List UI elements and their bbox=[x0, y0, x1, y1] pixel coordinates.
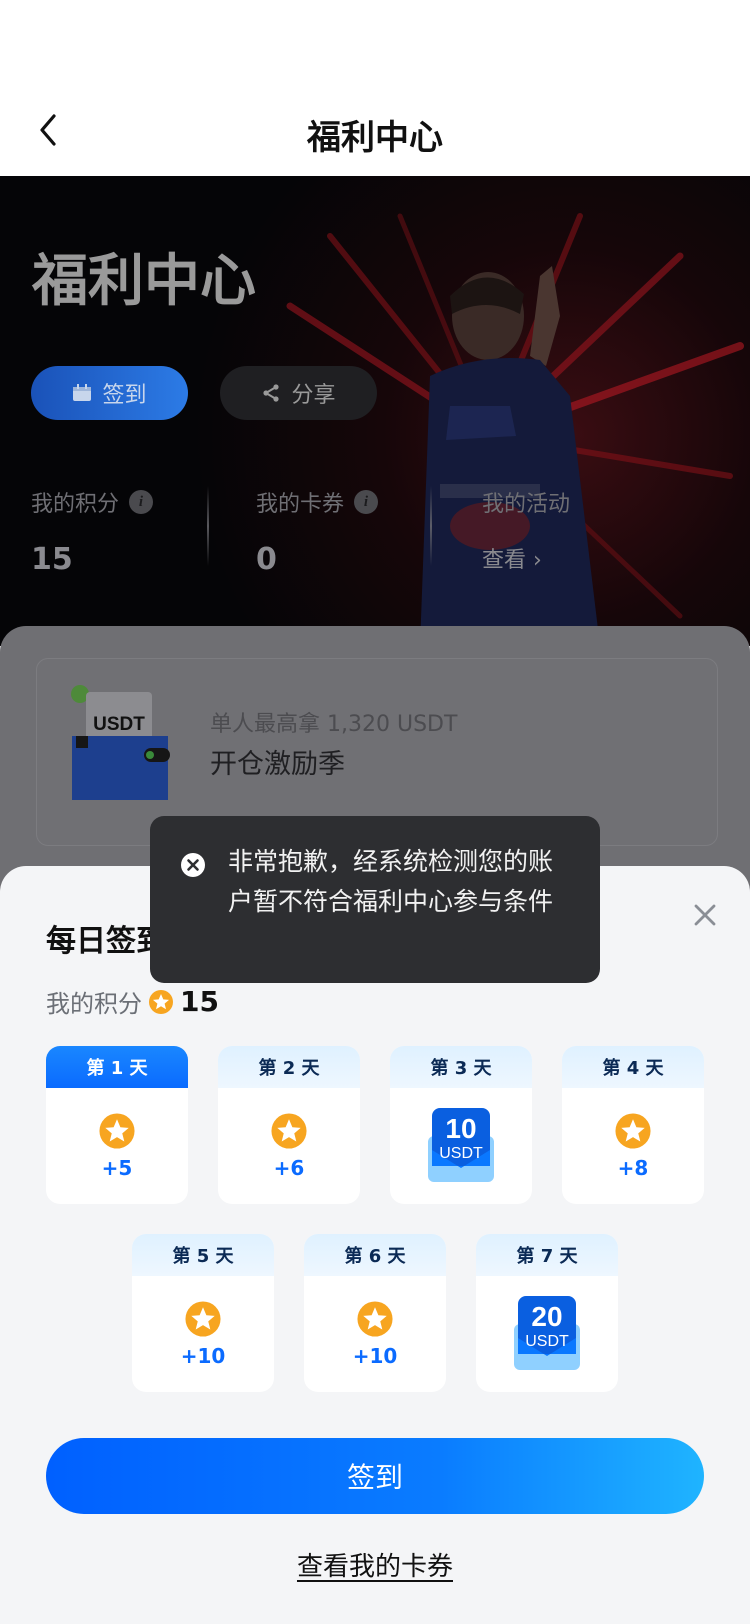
star-coin-icon bbox=[615, 1113, 651, 1149]
close-icon bbox=[694, 904, 716, 926]
points-value: 15 bbox=[180, 985, 219, 1018]
nav-bar: 福利中心 bbox=[0, 0, 750, 176]
usdt-coupon-icon: 20 USDT bbox=[514, 1296, 580, 1370]
stat-points-label: 我的积分 bbox=[31, 492, 120, 517]
day-card-label: 第 1 天 bbox=[46, 1046, 188, 1088]
page-title: 福利中心 bbox=[307, 118, 443, 158]
share-icon bbox=[263, 384, 280, 402]
calendar-icon bbox=[73, 384, 92, 401]
coupon-amount: 10 bbox=[445, 1113, 476, 1144]
welfare-center-page: 福利中心 福利中心 签到 分享 我的积分 i 15 我的卡券 i 0 我的活动 … bbox=[0, 0, 750, 1624]
stat-divider bbox=[207, 486, 209, 566]
star-coin-icon bbox=[185, 1301, 221, 1337]
hero-title: 福利中心 bbox=[32, 249, 256, 314]
day-reward: +8 bbox=[617, 1156, 649, 1180]
stat-activities[interactable]: 我的活动 查看 › bbox=[482, 486, 570, 574]
day-card-label: 第 3 天 bbox=[390, 1046, 532, 1088]
day-card-label: 第 5 天 bbox=[132, 1234, 274, 1276]
stat-coupons[interactable]: 我的卡券 i 0 bbox=[256, 486, 379, 577]
coupon-unit: USDT bbox=[525, 1333, 569, 1350]
day-card-4[interactable]: 第 4 天 +8 bbox=[562, 1046, 704, 1204]
points-row: 我的积分 15 bbox=[46, 984, 219, 1019]
stat-activities-label: 我的活动 bbox=[482, 492, 571, 517]
day-card-1[interactable]: 第 1 天 +5 bbox=[46, 1046, 188, 1204]
day-card-label: 第 4 天 bbox=[562, 1046, 704, 1088]
info-icon[interactable]: i bbox=[354, 490, 379, 514]
points-label: 我的积分 bbox=[46, 990, 142, 1018]
error-icon bbox=[181, 853, 205, 877]
stat-coupons-label: 我的卡券 bbox=[256, 492, 345, 517]
checkin-button[interactable]: 签到 bbox=[46, 1438, 704, 1514]
day-card-6[interactable]: 第 6 天 +10 bbox=[304, 1234, 446, 1392]
star-coin-icon bbox=[357, 1301, 393, 1337]
day-card-3[interactable]: 第 3 天 10 USDT bbox=[390, 1046, 532, 1204]
hero-checkin-button[interactable]: 签到 bbox=[31, 366, 188, 420]
hero-checkin-label: 签到 bbox=[102, 383, 147, 408]
day-reward: +6 bbox=[273, 1156, 305, 1180]
close-button[interactable] bbox=[688, 898, 722, 932]
stat-points-value: 15 bbox=[31, 542, 73, 577]
day-card-2[interactable]: 第 2 天 +6 bbox=[218, 1046, 360, 1204]
error-toast: 非常抱歉，经系统检测您的账户暂不符合福利中心参与条件 bbox=[150, 816, 600, 983]
star-coin-icon bbox=[99, 1113, 135, 1149]
usdt-coupon-icon: 10 USDT bbox=[428, 1108, 494, 1182]
hero-banner: 福利中心 签到 分享 我的积分 i 15 我的卡券 i 0 我的活动 查看 › bbox=[0, 176, 750, 646]
usdt-wallet-icon: USDT bbox=[71, 685, 170, 800]
stat-points[interactable]: 我的积分 i 15 bbox=[31, 486, 154, 577]
day-reward: +10 bbox=[352, 1344, 398, 1368]
hero-share-button[interactable]: 分享 bbox=[220, 366, 377, 420]
coupon-unit: USDT bbox=[439, 1145, 483, 1162]
stat-coupons-value: 0 bbox=[256, 542, 277, 577]
driver-image bbox=[420, 266, 600, 646]
star-coin-icon bbox=[271, 1113, 307, 1149]
day-card-label: 第 7 天 bbox=[476, 1234, 618, 1276]
day-reward: +10 bbox=[180, 1344, 226, 1368]
coupon-amount: 20 bbox=[531, 1301, 562, 1332]
day-card-5[interactable]: 第 5 天 +10 bbox=[132, 1234, 274, 1392]
toast-message: 非常抱歉，经系统检测您的账户暂不符合福利中心参与条件 bbox=[228, 847, 554, 916]
day-card-7[interactable]: 第 7 天 20 USDT bbox=[476, 1234, 618, 1392]
day-reward: +5 bbox=[101, 1156, 133, 1180]
hero-share-label: 分享 bbox=[291, 383, 336, 408]
info-icon[interactable]: i bbox=[129, 490, 154, 514]
view-coupons-link[interactable]: 查看我的卡券 bbox=[0, 1546, 750, 1583]
promo-subtitle: 单人最高拿 1,320 USDT bbox=[210, 712, 458, 737]
star-coin-icon bbox=[149, 989, 173, 1014]
day-card-label: 第 2 天 bbox=[218, 1046, 360, 1088]
day-card-label: 第 6 天 bbox=[304, 1234, 446, 1276]
stat-activities-link[interactable]: 查看 › bbox=[482, 542, 570, 574]
promo-title: 开仓激励季 bbox=[210, 749, 345, 780]
sheet-title: 每日签到 bbox=[46, 924, 166, 959]
promo-badge-text: USDT bbox=[93, 714, 145, 735]
stat-divider bbox=[430, 486, 432, 566]
